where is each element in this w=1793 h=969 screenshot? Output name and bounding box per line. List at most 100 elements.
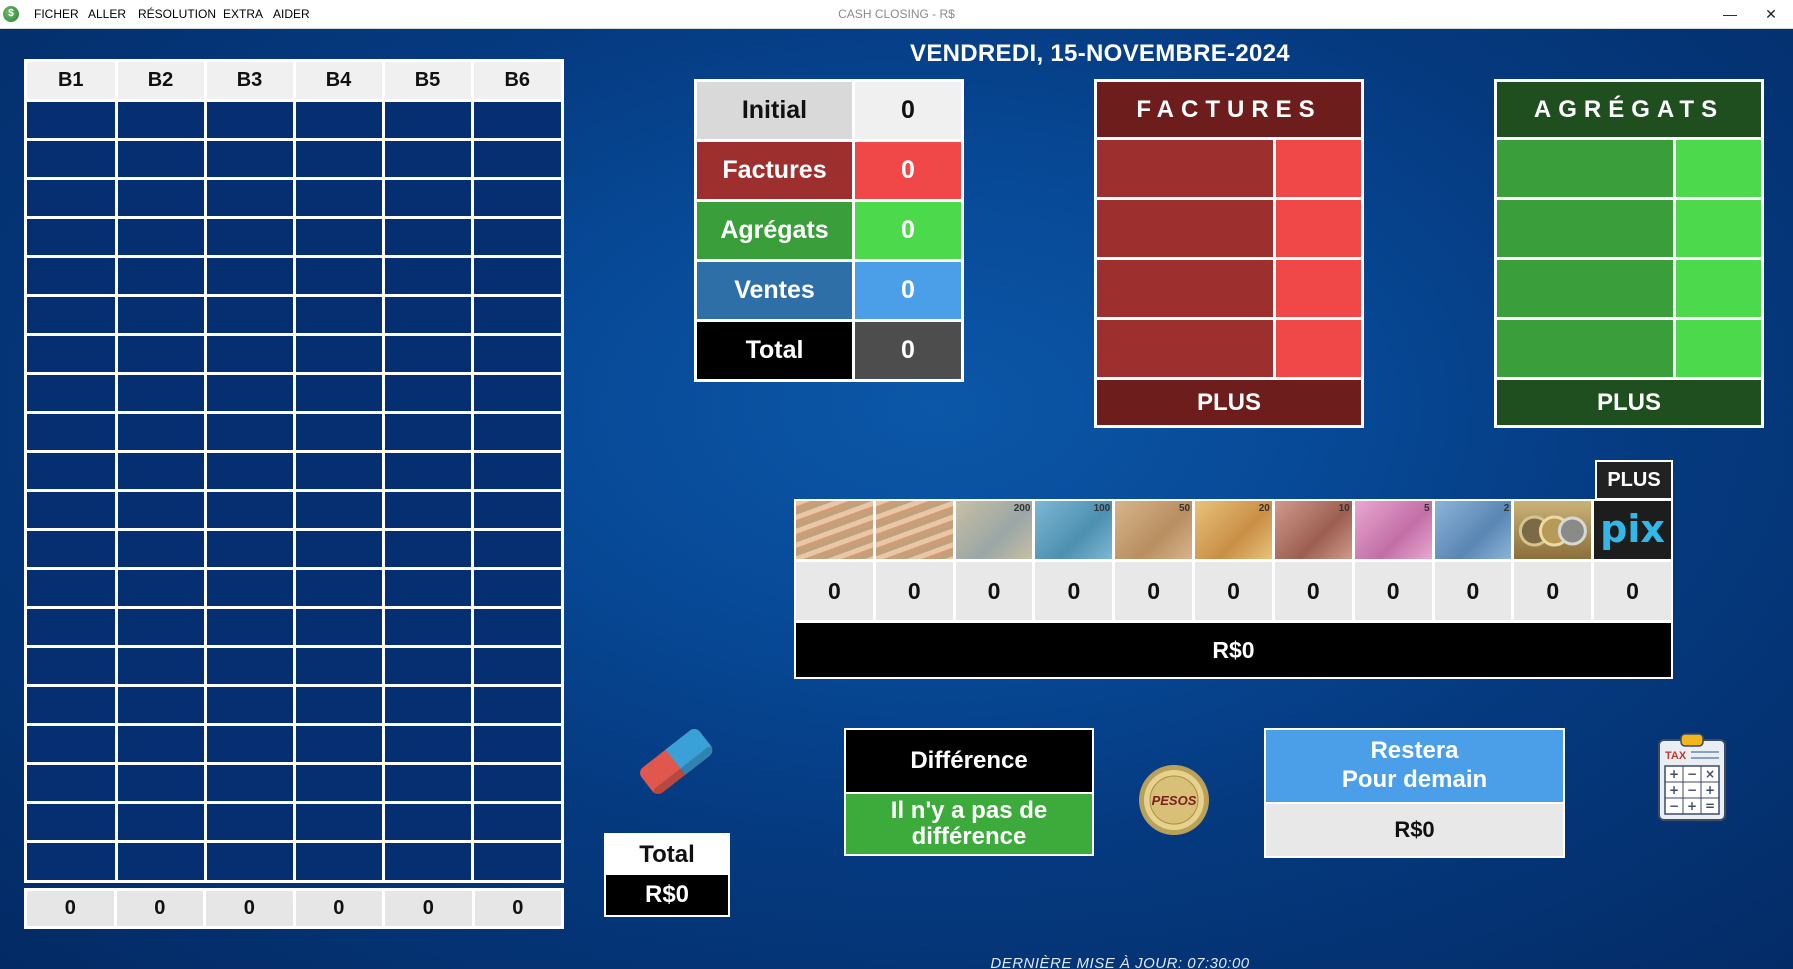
b-grid-cell[interactable] — [472, 217, 561, 258]
b-grid-cell[interactable] — [294, 529, 385, 570]
b-grid-cell[interactable] — [27, 568, 118, 609]
b-grid-cell[interactable] — [116, 490, 207, 531]
b-grid-cell[interactable] — [116, 802, 207, 843]
b-grid-cell[interactable] — [383, 607, 474, 648]
b-grid-cell[interactable] — [472, 529, 561, 570]
b-grid-cell[interactable] — [472, 373, 561, 414]
agregats-name-field[interactable] — [1497, 320, 1673, 377]
b-grid-cell[interactable] — [27, 607, 118, 648]
money-count-field[interactable]: 0 — [1354, 562, 1432, 620]
b-grid-cell[interactable] — [383, 256, 474, 297]
money-count-field[interactable]: 0 — [1115, 562, 1193, 620]
b-grid-cell[interactable] — [27, 373, 118, 414]
b-grid-cell[interactable] — [27, 334, 118, 375]
factures-amount-field[interactable] — [1276, 320, 1361, 377]
b-grid-cell[interactable] — [294, 490, 385, 531]
banknote-100-icon[interactable]: 100 — [1035, 501, 1113, 559]
b-grid-cell[interactable] — [205, 295, 296, 336]
factures-amount-field[interactable] — [1276, 140, 1361, 197]
b-grid-cell[interactable] — [472, 607, 561, 648]
b-grid-cell[interactable] — [27, 412, 118, 453]
b-grid-cell[interactable] — [27, 217, 118, 258]
factures-name-field[interactable] — [1097, 260, 1273, 317]
b-grid-cell[interactable] — [472, 256, 561, 297]
money-count-field[interactable]: 0 — [1434, 562, 1512, 620]
b-grid-cell[interactable] — [472, 646, 561, 687]
b-grid-cell[interactable] — [383, 373, 474, 414]
money-count-field[interactable]: 0 — [1195, 562, 1272, 620]
b-grid-cell[interactable] — [116, 217, 207, 258]
b-grid-cell[interactable] — [205, 685, 296, 726]
b-grid-cell[interactable] — [116, 724, 207, 765]
b-grid-cell[interactable] — [205, 529, 296, 570]
agregats-amount-field[interactable] — [1676, 320, 1761, 377]
b-grid-cell[interactable] — [205, 451, 296, 492]
b-grid-cell[interactable] — [294, 685, 385, 726]
b-grid-cell[interactable] — [27, 646, 118, 687]
b-grid-cell[interactable] — [27, 295, 118, 336]
tax-calculator-icon[interactable]: TAX + − × + − + − + = — [1655, 730, 1735, 826]
b-grid-cell[interactable] — [294, 607, 385, 648]
b-grid-cell[interactable] — [383, 763, 474, 804]
b-grid-cell[interactable] — [383, 100, 474, 141]
menu-aller[interactable]: ALLER — [88, 7, 126, 21]
b-grid-cell[interactable] — [205, 334, 296, 375]
b-grid-cell[interactable] — [472, 724, 561, 765]
b-grid-cell[interactable] — [116, 841, 207, 880]
factures-name-field[interactable] — [1097, 200, 1273, 257]
b-grid-cell[interactable] — [116, 451, 207, 492]
factures-amount-field[interactable] — [1276, 260, 1361, 317]
coins-icon[interactable] — [1514, 501, 1592, 559]
agregats-amount-field[interactable] — [1676, 140, 1761, 197]
money-plus-button[interactable]: PLUS — [1595, 460, 1673, 500]
b-grid-cell[interactable] — [205, 646, 296, 687]
eraser-icon[interactable] — [630, 720, 720, 800]
b-grid-cell[interactable] — [383, 178, 474, 219]
pesos-coin-icon[interactable]: PESOS — [1137, 763, 1211, 837]
money-count-field[interactable]: 0 — [1594, 562, 1671, 620]
b-grid-cell[interactable] — [472, 334, 561, 375]
b-grid-cell[interactable] — [383, 529, 474, 570]
b-grid-cell[interactable] — [294, 412, 385, 453]
b-grid-cell[interactable] — [205, 178, 296, 219]
b-grid-cell[interactable] — [27, 724, 118, 765]
b-grid-cell[interactable] — [27, 763, 118, 804]
b-grid-cell[interactable] — [205, 100, 296, 141]
banknote-5-icon[interactable]: 5 — [1354, 501, 1432, 559]
agregats-name-field[interactable] — [1497, 260, 1673, 317]
b-grid-cell[interactable] — [294, 178, 385, 219]
b-grid-cell[interactable] — [205, 256, 296, 297]
money-count-field[interactable]: 0 — [796, 562, 873, 620]
b-grid-cell[interactable] — [205, 607, 296, 648]
b-grid-cell[interactable] — [383, 685, 474, 726]
b-grid-cell[interactable] — [383, 490, 474, 531]
b-grid-cell[interactable] — [472, 178, 561, 219]
b-grid-cell[interactable] — [294, 568, 385, 609]
b-grid-cell[interactable] — [116, 529, 207, 570]
b-grid-cell[interactable] — [294, 217, 385, 258]
b-grid-cell[interactable] — [472, 568, 561, 609]
menu-ficher[interactable]: FICHER — [34, 7, 79, 21]
agregats-amount-field[interactable] — [1676, 260, 1761, 317]
b-grid-cell[interactable] — [27, 841, 118, 880]
agregats-plus-button[interactable]: PLUS — [1497, 380, 1761, 425]
b-grid-cell[interactable] — [294, 802, 385, 843]
b-grid-cell[interactable] — [294, 295, 385, 336]
b-grid-cell[interactable] — [205, 568, 296, 609]
money-count-field[interactable]: 0 — [875, 562, 953, 620]
menu-aider[interactable]: AIDER — [273, 7, 310, 21]
b-grid-cell[interactable] — [205, 412, 296, 453]
b-grid-cell[interactable] — [383, 139, 474, 180]
b-grid-cell[interactable] — [383, 646, 474, 687]
b-grid-cell[interactable] — [116, 412, 207, 453]
b-grid-cell[interactable] — [383, 724, 474, 765]
menu-extra[interactable]: EXTRA — [223, 7, 263, 21]
b-grid-cell[interactable] — [116, 334, 207, 375]
b-grid-cell[interactable] — [205, 490, 296, 531]
b-grid-cell[interactable] — [294, 724, 385, 765]
factures-name-field[interactable] — [1097, 140, 1273, 197]
b-grid-cell[interactable] — [472, 802, 561, 843]
b-grid-cell[interactable] — [205, 139, 296, 180]
b-grid-cell[interactable] — [116, 256, 207, 297]
b-grid-cell[interactable] — [472, 139, 561, 180]
